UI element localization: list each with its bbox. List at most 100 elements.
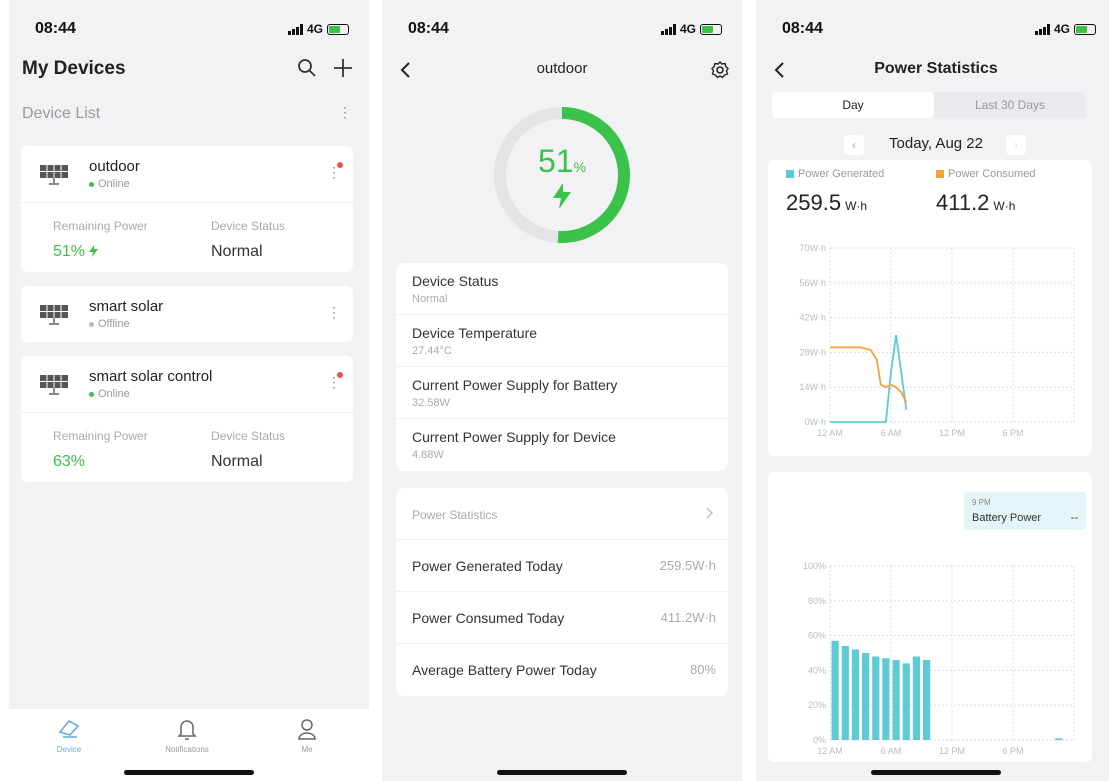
more-icon[interactable]: ⋮ <box>327 304 341 321</box>
x-tick-label: 12 AM <box>817 746 843 756</box>
battery-icon <box>700 23 722 35</box>
y-tick-label: 42W·h <box>799 313 826 323</box>
header-actions <box>297 58 353 78</box>
power-line-chart: 70W·h 56W·h 42W·h 28W·h 14W·h 0W·h12 AM 6 AM 12… <box>799 243 1075 438</box>
user-icon <box>298 719 316 740</box>
tab-day[interactable]: Day <box>772 92 934 118</box>
add-icon[interactable] <box>333 58 353 78</box>
info-row: Current Power Supply for Device 4.88W <box>412 429 616 461</box>
period-tabs: Day Last 30 Days <box>772 92 1086 118</box>
y-tick-label: 0W·h <box>804 417 826 427</box>
device-detail-screen: 08:44 4G outdoor 51% Device Status Normal… <box>382 0 742 781</box>
battery-bar <box>841 646 849 740</box>
next-date-button[interactable]: › <box>1006 135 1026 155</box>
page-title: Power Statistics <box>874 60 998 77</box>
signal-icon <box>1034 23 1050 35</box>
solar-panel-icon <box>40 375 68 395</box>
home-indicator <box>124 770 254 775</box>
solar-panel-icon <box>40 165 68 185</box>
y-tick-label: 20% <box>808 700 826 710</box>
signal-icon <box>287 23 303 35</box>
alert-dot <box>337 162 343 168</box>
network-type: 4G <box>306 22 323 36</box>
battery-bar <box>1055 738 1063 740</box>
stat-row: Power Consumed Today 411.2W·h <box>396 592 728 644</box>
battery-bar-chart: 100% 80% 60% 40% 20% 0%12 AM 6 AM 12 PM 6 PM <box>803 561 1075 756</box>
network-indicator: 4G <box>660 22 722 36</box>
page-title: My Devices <box>22 58 126 79</box>
status-time: 08:44 <box>408 20 449 37</box>
more-icon[interactable]: ⋮ <box>338 104 352 121</box>
battery-bar <box>882 658 890 740</box>
tab-notifications[interactable]: Notifications <box>147 717 227 754</box>
x-tick-label: 6 PM <box>1002 746 1023 756</box>
devices-screen: 08:44 4G My Devices Device List ⋮ outdoo… <box>9 0 369 781</box>
x-tick-label: 6 AM <box>881 428 902 438</box>
network-indicator: 4G <box>1034 22 1096 36</box>
bell-icon <box>177 720 197 740</box>
device-status-label: Device Status <box>211 429 286 443</box>
info-row: Device Temperature 27.44°C <box>396 315 728 367</box>
tab-me[interactable]: Me <box>267 717 347 754</box>
x-tick-label: 6 PM <box>1002 428 1023 438</box>
charging-icon <box>89 245 99 257</box>
device-state: Online <box>89 388 130 400</box>
y-tick-label: 80% <box>808 596 826 606</box>
battery-bar <box>872 656 880 740</box>
device-tab-icon <box>58 719 80 738</box>
search-icon[interactable] <box>297 58 317 78</box>
battery-bar <box>831 640 839 740</box>
y-tick-label: 100% <box>803 561 826 571</box>
chevron-right-icon <box>706 507 713 519</box>
network-type: 4G <box>679 22 696 36</box>
network-indicator: 4G <box>287 22 349 36</box>
y-tick-label: 14W·h <box>799 382 826 392</box>
device-name: outdoor <box>89 158 140 175</box>
tab-last-30-days[interactable]: Last 30 Days <box>934 92 1086 118</box>
y-tick-label: 40% <box>808 665 826 675</box>
signal-icon <box>660 23 676 35</box>
device-name: smart solar control <box>89 368 213 385</box>
battery-percent: 51% <box>537 143 587 179</box>
page-title: outdoor <box>536 60 588 77</box>
battery-bar <box>851 649 859 740</box>
device-status-value: Normal <box>211 453 263 470</box>
status-time: 08:44 <box>35 20 76 37</box>
charging-icon <box>553 183 571 209</box>
series-line-consumed <box>830 346 908 403</box>
power-stats-link[interactable]: Power Statistics <box>396 488 728 540</box>
power-statistics-screen: 08:44 4G Power Statistics Day Last 30 Da… <box>756 0 1109 781</box>
battery-icon <box>1074 23 1096 35</box>
battery-bar <box>912 656 920 740</box>
device-name: smart solar <box>89 298 164 315</box>
x-tick-label: 12 PM <box>939 428 965 438</box>
y-tick-label: 60% <box>808 631 826 641</box>
y-tick-label: 56W·h <box>799 278 826 288</box>
x-tick-label: 12 PM <box>939 746 965 756</box>
remaining-power-label: Remaining Power <box>53 429 148 443</box>
power-line-chart-card: Power Generated Power Consumed 259.5 W·h … <box>768 160 1092 456</box>
device-state: Online <box>89 178 130 190</box>
status-bar: 08:44 4G <box>382 0 742 50</box>
device-state: Offline <box>89 318 130 330</box>
device-card[interactable]: smart solar Offline ⋮ <box>21 286 353 342</box>
home-indicator <box>871 770 1001 775</box>
battery-gauge: 51% <box>492 105 632 245</box>
gear-icon[interactable] <box>710 60 730 80</box>
device-card[interactable]: outdoor Online ⋮ Remaining Power Device … <box>21 146 353 272</box>
status-time: 08:44 <box>782 20 823 37</box>
battery-bar-chart-card: 9 PM Battery Power -- 100% 80% 60% 40% 20% 0%… <box>768 472 1092 762</box>
battery-bar <box>902 663 910 740</box>
status-bar: 08:44 4G <box>756 0 1109 50</box>
info-row: Device Status Normal <box>396 263 728 315</box>
date-selector: ‹ Today, Aug 22 › <box>756 133 1109 157</box>
device-card[interactable]: smart solar control Online ⋮ Remaining P… <box>21 356 353 482</box>
y-tick-label: 70W·h <box>799 243 826 253</box>
section-title: Device List <box>22 105 101 122</box>
battery-bar <box>923 660 931 740</box>
device-info-card: Device Status Normal Device Temperature 27… <box>396 263 728 471</box>
battery-bar <box>862 653 870 740</box>
x-tick-label: 12 AM <box>817 428 843 438</box>
tab-device[interactable]: Device <box>29 717 109 754</box>
y-tick-label: 28W·h <box>799 347 826 357</box>
